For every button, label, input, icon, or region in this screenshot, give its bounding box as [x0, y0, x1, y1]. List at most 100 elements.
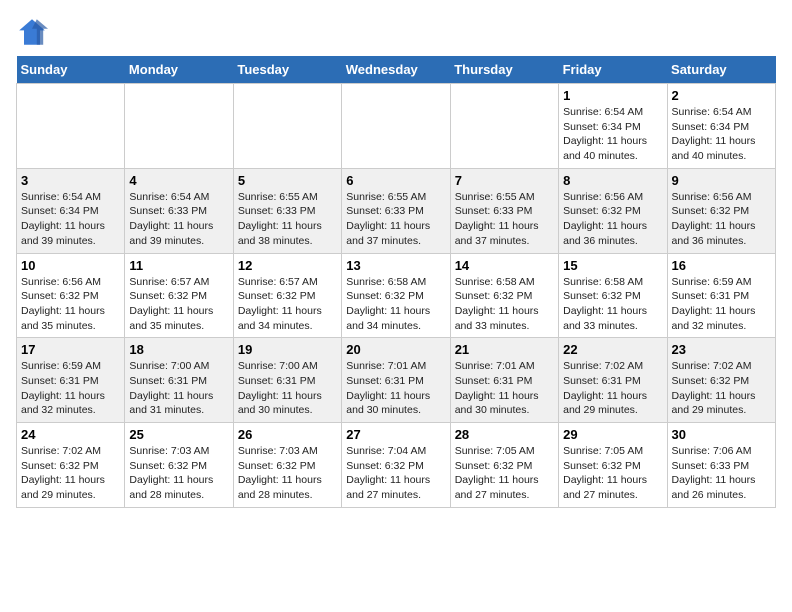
- calendar-week-row: 1 Sunrise: 6:54 AM Sunset: 6:34 PM Daylig…: [17, 84, 776, 169]
- day-info: Sunrise: 7:00 AM Sunset: 6:31 PM Dayligh…: [238, 359, 337, 418]
- calendar-day-cell: [342, 84, 450, 169]
- day-info: Sunrise: 6:56 AM Sunset: 6:32 PM Dayligh…: [21, 275, 120, 334]
- day-header-wednesday: Wednesday: [342, 56, 450, 84]
- day-info: Sunrise: 6:57 AM Sunset: 6:32 PM Dayligh…: [238, 275, 337, 334]
- calendar-day-cell: 9 Sunrise: 6:56 AM Sunset: 6:32 PM Daylig…: [667, 168, 775, 253]
- day-number: 8: [563, 173, 662, 188]
- day-info: Sunrise: 7:06 AM Sunset: 6:33 PM Dayligh…: [672, 444, 771, 503]
- calendar-day-cell: 30 Sunrise: 7:06 AM Sunset: 6:33 PM Dayli…: [667, 423, 775, 508]
- calendar-day-cell: [233, 84, 341, 169]
- calendar-day-cell: 26Sunrise: 7:03 AM Sunset: 6:32 PM Dayli…: [233, 423, 341, 508]
- calendar-day-cell: 8 Sunrise: 6:56 AM Sunset: 6:32 PM Daylig…: [559, 168, 667, 253]
- day-number: 11: [129, 258, 228, 273]
- day-info: Sunrise: 6:59 AM Sunset: 6:31 PM Dayligh…: [672, 275, 771, 334]
- day-info: Sunrise: 6:58 AM Sunset: 6:32 PM Dayligh…: [455, 275, 554, 334]
- day-number: 21: [455, 342, 554, 357]
- day-info: Sunrise: 7:02 AM Sunset: 6:31 PM Dayligh…: [563, 359, 662, 418]
- day-info: Sunrise: 6:55 AM Sunset: 6:33 PM Dayligh…: [455, 190, 554, 249]
- logo: [16, 16, 52, 48]
- calendar-week-row: 3 Sunrise: 6:54 AM Sunset: 6:34 PM Daylig…: [17, 168, 776, 253]
- day-number: 19: [238, 342, 337, 357]
- day-header-saturday: Saturday: [667, 56, 775, 84]
- calendar-day-cell: 3 Sunrise: 6:54 AM Sunset: 6:34 PM Daylig…: [17, 168, 125, 253]
- day-number: 12: [238, 258, 337, 273]
- calendar-day-cell: 11 Sunrise: 6:57 AM Sunset: 6:32 PM Dayli…: [125, 253, 233, 338]
- calendar-week-row: 17Sunrise: 6:59 AM Sunset: 6:31 PM Dayli…: [17, 338, 776, 423]
- calendar-day-cell: 24 Sunrise: 7:02 AM Sunset: 6:32 PM Dayli…: [17, 423, 125, 508]
- calendar-day-cell: 12 Sunrise: 6:57 AM Sunset: 6:32 PM Dayli…: [233, 253, 341, 338]
- calendar-day-cell: [17, 84, 125, 169]
- day-info: Sunrise: 6:55 AM Sunset: 6:33 PM Dayligh…: [238, 190, 337, 249]
- day-number: 29: [563, 427, 662, 442]
- calendar-day-cell: 14 Sunrise: 6:58 AM Sunset: 6:32 PM Dayli…: [450, 253, 558, 338]
- calendar-day-cell: 27Sunrise: 7:04 AM Sunset: 6:32 PM Dayli…: [342, 423, 450, 508]
- day-number: 28: [455, 427, 554, 442]
- day-number: 15: [563, 258, 662, 273]
- day-info: Sunrise: 6:54 AM Sunset: 6:34 PM Dayligh…: [563, 105, 662, 164]
- calendar-day-cell: [125, 84, 233, 169]
- day-number: 10: [21, 258, 120, 273]
- calendar-header-row: SundayMondayTuesdayWednesdayThursdayFrid…: [17, 56, 776, 84]
- day-header-sunday: Sunday: [17, 56, 125, 84]
- calendar-day-cell: 4Sunrise: 6:54 AM Sunset: 6:33 PM Daylig…: [125, 168, 233, 253]
- day-info: Sunrise: 6:56 AM Sunset: 6:32 PM Dayligh…: [563, 190, 662, 249]
- calendar-day-cell: 22 Sunrise: 7:02 AM Sunset: 6:31 PM Dayli…: [559, 338, 667, 423]
- day-number: 5: [238, 173, 337, 188]
- day-header-thursday: Thursday: [450, 56, 558, 84]
- calendar-day-cell: 15Sunrise: 6:58 AM Sunset: 6:32 PM Dayli…: [559, 253, 667, 338]
- day-header-tuesday: Tuesday: [233, 56, 341, 84]
- calendar-day-cell: 10 Sunrise: 6:56 AM Sunset: 6:32 PM Dayli…: [17, 253, 125, 338]
- calendar-day-cell: 25 Sunrise: 7:03 AM Sunset: 6:32 PM Dayli…: [125, 423, 233, 508]
- day-number: 9: [672, 173, 771, 188]
- calendar-day-cell: 20 Sunrise: 7:01 AM Sunset: 6:31 PM Dayli…: [342, 338, 450, 423]
- day-info: Sunrise: 6:54 AM Sunset: 6:34 PM Dayligh…: [672, 105, 771, 164]
- day-info: Sunrise: 6:57 AM Sunset: 6:32 PM Dayligh…: [129, 275, 228, 334]
- calendar-day-cell: 7 Sunrise: 6:55 AM Sunset: 6:33 PM Daylig…: [450, 168, 558, 253]
- day-number: 27: [346, 427, 445, 442]
- calendar-day-cell: [450, 84, 558, 169]
- calendar-day-cell: 21 Sunrise: 7:01 AM Sunset: 6:31 PM Dayli…: [450, 338, 558, 423]
- calendar-table: SundayMondayTuesdayWednesdayThursdayFrid…: [16, 56, 776, 508]
- day-info: Sunrise: 6:56 AM Sunset: 6:32 PM Dayligh…: [672, 190, 771, 249]
- day-header-friday: Friday: [559, 56, 667, 84]
- day-info: Sunrise: 6:54 AM Sunset: 6:34 PM Dayligh…: [21, 190, 120, 249]
- calendar-day-cell: 1 Sunrise: 6:54 AM Sunset: 6:34 PM Daylig…: [559, 84, 667, 169]
- day-info: Sunrise: 6:58 AM Sunset: 6:32 PM Dayligh…: [346, 275, 445, 334]
- calendar-day-cell: 18 Sunrise: 7:00 AM Sunset: 6:31 PM Dayli…: [125, 338, 233, 423]
- day-number: 17: [21, 342, 120, 357]
- day-info: Sunrise: 6:55 AM Sunset: 6:33 PM Dayligh…: [346, 190, 445, 249]
- calendar-day-cell: 5 Sunrise: 6:55 AM Sunset: 6:33 PM Daylig…: [233, 168, 341, 253]
- day-info: Sunrise: 7:05 AM Sunset: 6:32 PM Dayligh…: [563, 444, 662, 503]
- day-number: 14: [455, 258, 554, 273]
- day-info: Sunrise: 7:05 AM Sunset: 6:32 PM Dayligh…: [455, 444, 554, 503]
- day-number: 13: [346, 258, 445, 273]
- day-number: 25: [129, 427, 228, 442]
- day-info: Sunrise: 7:00 AM Sunset: 6:31 PM Dayligh…: [129, 359, 228, 418]
- calendar-day-cell: 19 Sunrise: 7:00 AM Sunset: 6:31 PM Dayli…: [233, 338, 341, 423]
- day-info: Sunrise: 7:02 AM Sunset: 6:32 PM Dayligh…: [21, 444, 120, 503]
- day-number: 30: [672, 427, 771, 442]
- calendar-week-row: 10 Sunrise: 6:56 AM Sunset: 6:32 PM Dayli…: [17, 253, 776, 338]
- calendar-day-cell: 16Sunrise: 6:59 AM Sunset: 6:31 PM Dayli…: [667, 253, 775, 338]
- day-info: Sunrise: 7:01 AM Sunset: 6:31 PM Dayligh…: [455, 359, 554, 418]
- day-info: Sunrise: 7:03 AM Sunset: 6:32 PM Dayligh…: [129, 444, 228, 503]
- calendar-week-row: 24 Sunrise: 7:02 AM Sunset: 6:32 PM Dayli…: [17, 423, 776, 508]
- page-header: [16, 16, 776, 48]
- day-number: 24: [21, 427, 120, 442]
- day-header-monday: Monday: [125, 56, 233, 84]
- day-number: 3: [21, 173, 120, 188]
- calendar-day-cell: 28 Sunrise: 7:05 AM Sunset: 6:32 PM Dayli…: [450, 423, 558, 508]
- day-number: 18: [129, 342, 228, 357]
- logo-icon: [16, 16, 48, 48]
- day-number: 4: [129, 173, 228, 188]
- calendar-day-cell: 13 Sunrise: 6:58 AM Sunset: 6:32 PM Dayli…: [342, 253, 450, 338]
- day-number: 1: [563, 88, 662, 103]
- day-number: 7: [455, 173, 554, 188]
- calendar-day-cell: 2Sunrise: 6:54 AM Sunset: 6:34 PM Daylig…: [667, 84, 775, 169]
- calendar-day-cell: 29 Sunrise: 7:05 AM Sunset: 6:32 PM Dayli…: [559, 423, 667, 508]
- day-info: Sunrise: 7:01 AM Sunset: 6:31 PM Dayligh…: [346, 359, 445, 418]
- day-number: 23: [672, 342, 771, 357]
- calendar-day-cell: 6Sunrise: 6:55 AM Sunset: 6:33 PM Daylig…: [342, 168, 450, 253]
- day-number: 20: [346, 342, 445, 357]
- day-number: 22: [563, 342, 662, 357]
